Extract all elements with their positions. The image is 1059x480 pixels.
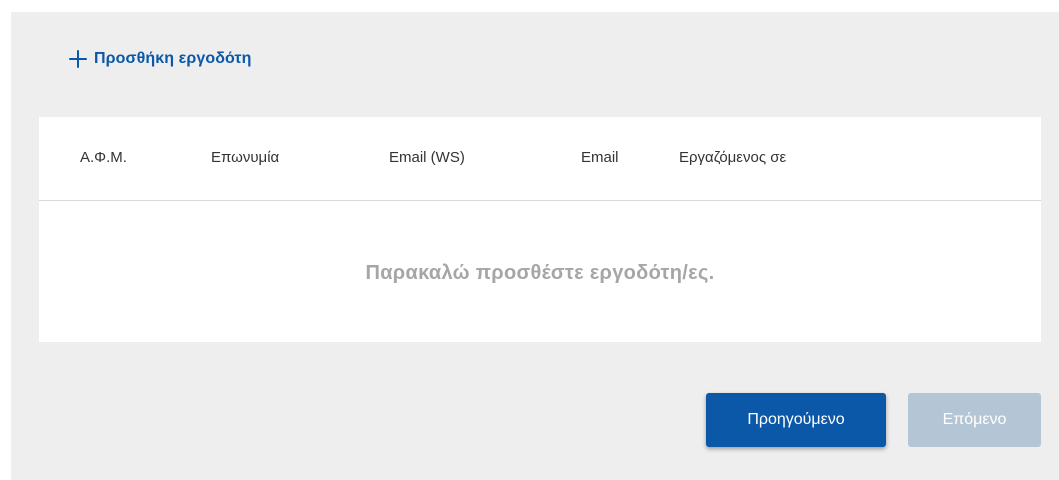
column-header-afm: Α.Φ.Μ. <box>80 149 127 166</box>
previous-button[interactable]: Προηγούμενο <box>706 393 886 447</box>
column-header-email-ws: Email (WS) <box>389 149 465 166</box>
add-employer-link[interactable]: Προσθήκη εργοδότη <box>68 45 252 73</box>
column-header-eponymia: Επωνυμία <box>211 149 280 166</box>
employers-panel: Προσθήκη εργοδότη Α.Φ.Μ. Επωνυμία Email … <box>11 12 1059 480</box>
employers-table: Α.Φ.Μ. Επωνυμία Email (WS) Email Εργαζόμ… <box>39 117 1041 342</box>
column-header-employed-at: Εργαζόμενος σε <box>679 149 787 166</box>
add-employer-label: Προσθήκη εργοδότη <box>94 50 252 67</box>
column-header-email: Email <box>581 149 619 166</box>
next-button[interactable]: Επόμενο <box>908 393 1041 447</box>
plus-icon <box>68 49 88 69</box>
empty-table-message: Παρακαλώ προσθέστε εργοδότη/ες. <box>365 262 715 284</box>
table-header: Α.Φ.Μ. Επωνυμία Email (WS) Email Εργαζόμ… <box>39 117 1041 201</box>
